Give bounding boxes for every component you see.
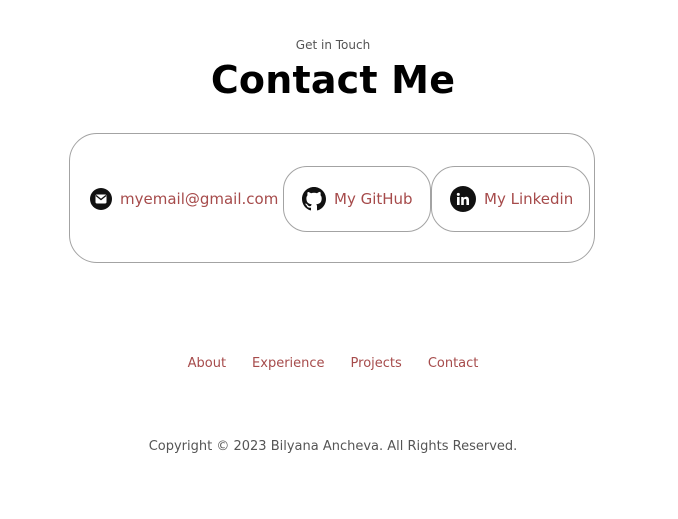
github-link[interactable]: My GitHub (283, 166, 431, 232)
nav-link-contact[interactable]: Contact (428, 356, 479, 371)
page-title: Contact Me (210, 58, 456, 102)
linkedin-icon (450, 186, 476, 212)
email-icon (90, 188, 112, 210)
footer-nav: About Experience Projects Contact (0, 356, 666, 371)
nav-link-projects[interactable]: Projects (351, 356, 402, 371)
nav-link-about[interactable]: About (188, 356, 226, 371)
email-link[interactable]: myemail@gmail.com (90, 184, 278, 214)
github-icon (302, 187, 326, 211)
contact-page: Get in Touch Contact Me myemail@gmail.co… (0, 0, 678, 519)
copyright-text: Copyright © 2023 Bilyana Ancheva. All Ri… (148, 439, 518, 454)
linkedin-label: My Linkedin (484, 190, 574, 208)
section-subtitle: Get in Touch (295, 38, 371, 52)
linkedin-link[interactable]: My Linkedin (431, 166, 590, 232)
nav-link-experience[interactable]: Experience (252, 356, 325, 371)
github-label: My GitHub (334, 190, 413, 208)
email-label: myemail@gmail.com (120, 190, 279, 208)
